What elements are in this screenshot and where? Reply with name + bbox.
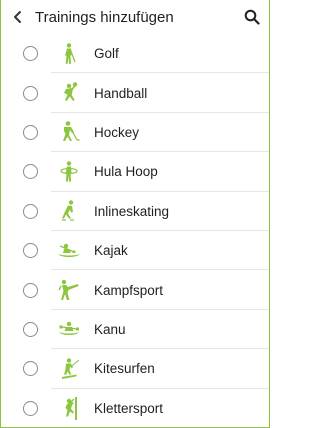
list-item-label: Inlineskating [94,203,170,219]
hula-hoop-icon [56,159,82,185]
hockey-icon [56,119,82,145]
climbing-icon [56,395,82,421]
inline-skating-icon [56,198,82,224]
back-arrow-icon [14,11,21,23]
list-item[interactable]: Kanu [1,310,269,350]
list-item[interactable]: Kampfsport [1,270,269,311]
radio-button[interactable] [23,400,38,416]
list-item[interactable]: Hula Hoop [1,152,269,192]
list-item[interactable]: Kajak [1,231,269,271]
search-icon [244,9,260,25]
martial-arts-icon [56,277,82,303]
list-item[interactable]: Golf [1,34,269,74]
list-item[interactable]: Handball [1,73,269,114]
header: Trainings hinzufügen [1,0,269,34]
app-frame: Trainings hinzufügen Golf Handball Hocke… [0,0,270,428]
canoe-icon [56,316,82,342]
kitesurfing-icon [56,356,82,382]
list-item-label: Kanu [94,321,126,337]
radio-button[interactable] [23,321,38,337]
radio-button[interactable] [23,361,38,377]
handball-icon [56,80,82,106]
radio-button[interactable] [23,124,38,140]
radio-button[interactable] [23,203,38,219]
radio-button[interactable] [23,164,38,180]
golf-icon [56,41,82,67]
list-item[interactable]: Hockey [1,113,269,153]
list-item-label: Handball [94,85,148,101]
radio-button[interactable] [23,46,38,62]
list-item-label: Klettersport [94,400,164,416]
sports-list: Golf Handball Hockey Hula Hoop Inlineska… [1,34,269,427]
list-item-label: Hockey [94,124,140,140]
search-button[interactable] [235,0,269,34]
list-item[interactable]: Kitesurfen [1,349,269,389]
list-item-label: Kajak [94,243,128,259]
list-item-label: Hula Hoop [94,164,158,180]
radio-button[interactable] [23,243,38,259]
kayak-icon [56,238,82,264]
back-button[interactable] [1,0,35,34]
list-item-label: Golf [94,46,119,62]
list-item[interactable]: Klettersport [1,389,269,427]
page-title: Trainings hinzufügen [35,8,174,26]
radio-button[interactable] [23,85,38,101]
radio-button[interactable] [23,282,38,298]
list-item[interactable]: Inlineskating [1,192,269,232]
list-item-label: Kampfsport [94,282,164,298]
list-item-label: Kitesurfen [94,361,155,377]
